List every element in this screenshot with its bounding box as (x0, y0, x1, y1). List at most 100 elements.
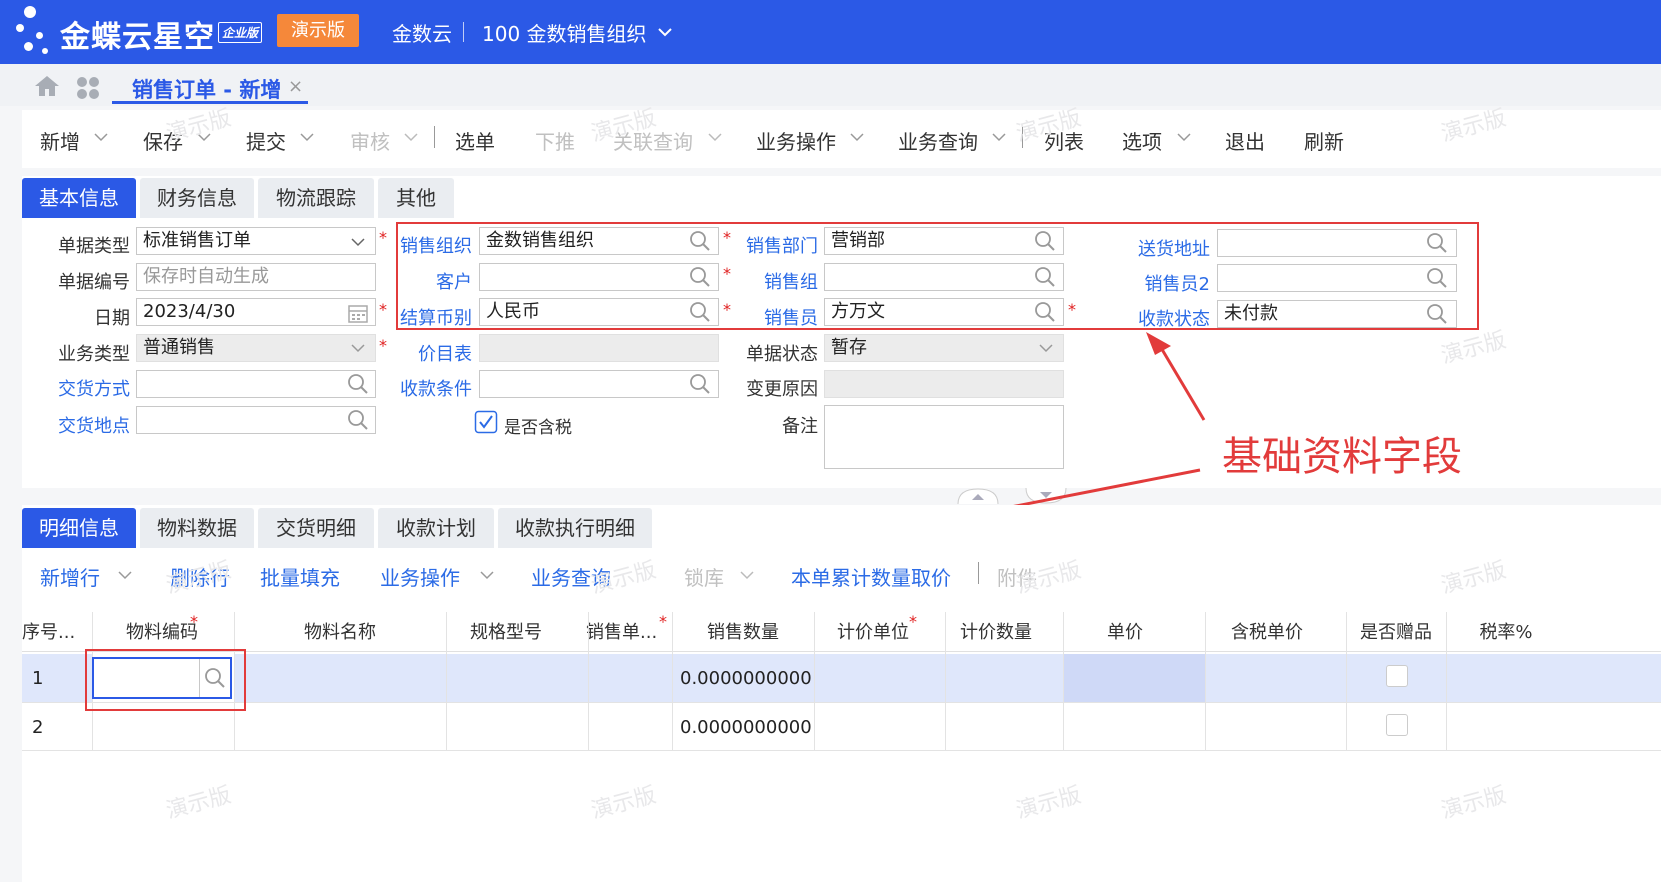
delivery-method-input[interactable] (136, 370, 376, 398)
chevron-down-icon[interactable] (1038, 342, 1054, 354)
pay-terms-input[interactable] (479, 370, 719, 398)
cumulative-price-button[interactable]: 本单累计数量取价 (791, 562, 951, 591)
tab-receipt-plan[interactable]: 收款计划 (378, 508, 494, 548)
chevron-down-icon[interactable] (740, 570, 754, 580)
expand-down-icon[interactable] (1024, 487, 1068, 505)
chevron-down-icon[interactable] (350, 342, 366, 354)
toolbar-save[interactable]: 保存 (143, 126, 183, 155)
tab-basic-info[interactable]: 基本信息 (22, 178, 136, 218)
apps-grid-icon[interactable] (76, 76, 100, 100)
toolbar-list[interactable]: 列表 (1044, 126, 1084, 155)
edition-badge: 企业版 (218, 22, 263, 43)
tenant-name[interactable]: 金数云 (392, 18, 452, 47)
toolbar-audit[interactable]: 审核 (350, 126, 390, 155)
tab-logistics[interactable]: 物流跟踪 (258, 178, 374, 218)
col-spec[interactable]: 规格型号 (446, 618, 566, 644)
row-sale-qty[interactable]: 0.0000000000 (680, 717, 812, 738)
remark-label: 备注 (782, 416, 818, 437)
remark-textarea[interactable] (824, 405, 1064, 469)
col-divider (1346, 612, 1347, 751)
col-is-gift[interactable]: 是否赠品 (1346, 618, 1446, 644)
col-unit-price[interactable]: 单价 (1063, 618, 1187, 644)
chevron-down-icon[interactable] (118, 570, 132, 580)
chevron-down-icon[interactable] (94, 132, 108, 142)
change-reason-input[interactable] (824, 370, 1064, 398)
required-mark: * (190, 612, 198, 631)
toolbar-business-query[interactable]: 业务查询 (898, 126, 978, 155)
biz-type-select[interactable]: 普通销售 (136, 334, 376, 362)
highlight-box (85, 649, 246, 711)
delete-row-button[interactable]: 删除行 (170, 562, 230, 591)
page-tab-sales-order[interactable]: 销售订单 - 新增 × (112, 70, 308, 104)
calendar-icon[interactable] (347, 302, 369, 324)
toolbar-new[interactable]: 新增 (40, 126, 80, 155)
delivery-place-input[interactable] (136, 406, 376, 434)
col-tax-rate[interactable]: 税率% (1446, 618, 1566, 644)
chevron-down-icon[interactable] (657, 24, 673, 40)
chevron-down-icon[interactable] (350, 236, 366, 248)
gift-checkbox[interactable] (1386, 714, 1408, 736)
price-list-label[interactable]: 价目表 (394, 340, 472, 366)
tab-finance-info[interactable]: 财务信息 (140, 178, 254, 218)
attachment-button[interactable]: 附件 (997, 562, 1037, 591)
col-sale-unit[interactable]: 销售单... (586, 618, 657, 644)
toolbar-divider (1022, 126, 1023, 148)
tab-delivery-detail[interactable]: 交货明细 (258, 508, 374, 548)
chevron-down-icon[interactable] (850, 132, 864, 142)
chevron-down-icon[interactable] (300, 132, 314, 142)
toolbar-push-down[interactable]: 下推 (535, 126, 575, 155)
pay-terms-label[interactable]: 收款条件 (394, 375, 472, 401)
annotation-label: 基础资料字段 (1222, 434, 1462, 480)
bill-no-input[interactable]: 保存时自动生成 (136, 263, 376, 291)
tab-other[interactable]: 其他 (378, 178, 454, 218)
tax-included-checkbox[interactable] (474, 410, 498, 434)
detail-business-ops[interactable]: 业务操作 (380, 562, 460, 591)
tab-detail-info[interactable]: 明细信息 (22, 508, 136, 548)
required-mark: * (379, 228, 387, 247)
search-icon[interactable] (347, 373, 369, 395)
col-tax-price[interactable]: 含税单价 (1205, 618, 1329, 644)
batch-fill-button[interactable]: 批量填充 (260, 562, 340, 591)
table-row[interactable] (22, 703, 1661, 751)
toolbar-related-query[interactable]: 关联查询 (613, 126, 693, 155)
col-material-name[interactable]: 物料名称 (234, 618, 446, 644)
demo-button[interactable]: 演示版 (277, 14, 359, 47)
table-row[interactable] (22, 654, 1661, 702)
search-icon[interactable] (347, 409, 369, 431)
detail-business-query[interactable]: 业务查询 (531, 562, 611, 591)
kingdee-logo-icon (14, 6, 64, 58)
chevron-down-icon[interactable] (1177, 132, 1191, 142)
chevron-down-icon[interactable] (404, 132, 418, 142)
toolbar-exit[interactable]: 退出 (1225, 126, 1265, 155)
chevron-down-icon[interactable] (197, 132, 211, 142)
col-sale-qty[interactable]: 销售数量 (672, 618, 814, 644)
row-sale-qty[interactable]: 0.0000000000 (680, 668, 812, 689)
home-icon[interactable] (34, 74, 60, 98)
close-icon[interactable]: × (288, 76, 303, 97)
price-list-input[interactable] (479, 334, 719, 362)
col-price-qty[interactable]: 计价数量 (945, 618, 1047, 644)
delivery-place-label[interactable]: 交货地点 (40, 412, 130, 438)
col-material-code[interactable]: 物料编码 (92, 618, 232, 644)
toolbar-business-ops[interactable]: 业务操作 (756, 126, 836, 155)
add-row-button[interactable]: 新增行 (40, 562, 100, 591)
delivery-method-label[interactable]: 交货方式 (40, 375, 130, 401)
bill-type-select[interactable]: 标准销售订单 (136, 227, 376, 255)
bill-status-select[interactable]: 暂存 (824, 334, 1064, 362)
tab-material-data[interactable]: 物料数据 (140, 508, 254, 548)
gift-checkbox[interactable] (1386, 665, 1408, 687)
col-seq[interactable]: 序号... (22, 618, 75, 644)
org-selector[interactable]: 100 金数销售组织 (482, 18, 647, 47)
toolbar-select-bill[interactable]: 选单 (455, 126, 495, 155)
chevron-down-icon[interactable] (480, 570, 494, 580)
chevron-down-icon[interactable] (992, 132, 1006, 142)
lock-stock-button[interactable]: 锁库 (684, 562, 724, 591)
toolbar-refresh[interactable]: 刷新 (1304, 126, 1344, 155)
tab-receipt-execution[interactable]: 收款执行明细 (498, 508, 652, 548)
toolbar-options[interactable]: 选项 (1122, 126, 1162, 155)
date-input[interactable]: 2023/4/30 (136, 298, 376, 326)
toolbar-submit[interactable]: 提交 (246, 126, 286, 155)
search-icon[interactable] (689, 373, 711, 395)
collapse-up-icon[interactable] (956, 487, 1000, 505)
chevron-down-icon[interactable] (708, 132, 722, 142)
